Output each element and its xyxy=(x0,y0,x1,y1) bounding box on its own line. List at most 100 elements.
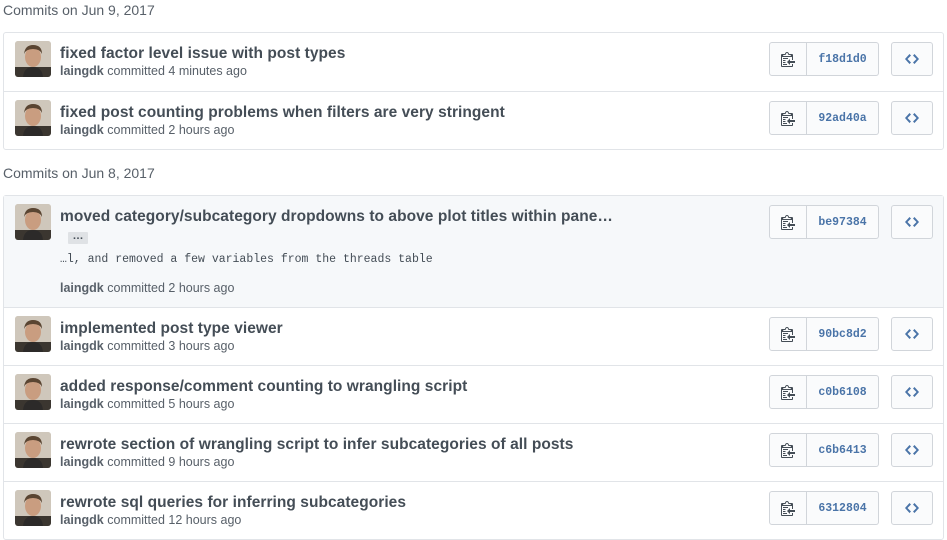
copy-sha-button[interactable] xyxy=(769,42,807,76)
committed-label: committed xyxy=(107,397,165,411)
commit-meta: laingdk committed 4 minutes ago xyxy=(60,63,247,79)
commit-title-link[interactable]: rewrote section of wrangling script to i… xyxy=(60,436,573,453)
commit-title-container: fixed factor level issue with post types xyxy=(60,42,600,65)
avatar[interactable] xyxy=(15,204,51,240)
copy-sha-button[interactable] xyxy=(769,205,807,239)
commit-sha-button[interactable]: 6312804 xyxy=(807,491,879,525)
commit-title-link[interactable]: fixed post counting problems when filter… xyxy=(60,104,505,121)
commit-author-link[interactable]: laingdk xyxy=(60,455,104,469)
code-icon xyxy=(905,214,919,230)
commit-author-link[interactable]: laingdk xyxy=(60,64,104,78)
avatar-image xyxy=(15,490,51,526)
commit-author-link[interactable]: laingdk xyxy=(60,513,104,527)
avatar-image xyxy=(15,432,51,468)
commit-sha-button[interactable]: f18d1d0 xyxy=(807,42,879,76)
commit-author-link[interactable]: laingdk xyxy=(60,123,104,137)
clipboard-icon xyxy=(781,51,795,67)
commit-time: 12 hours ago xyxy=(168,513,242,527)
expand-description-button[interactable]: … xyxy=(68,230,88,244)
avatar[interactable] xyxy=(15,490,51,526)
commit-author-link[interactable]: laingdk xyxy=(60,397,104,411)
commit-meta: laingdk committed 2 hours ago xyxy=(60,122,234,138)
commit-title-link[interactable]: moved category/subcategory dropdowns to … xyxy=(60,208,613,225)
commit-sha-group: 90bc8d2 xyxy=(769,317,879,351)
browse-repo-button[interactable] xyxy=(891,375,933,409)
avatar-image xyxy=(15,316,51,352)
avatar-image xyxy=(15,41,51,77)
browse-repo-button[interactable] xyxy=(891,101,933,135)
avatar[interactable] xyxy=(15,374,51,410)
committed-label: committed xyxy=(107,513,165,527)
commit-title-container: rewrote sql queries for inferring subcat… xyxy=(60,491,600,514)
commit-time: 4 minutes ago xyxy=(168,64,247,78)
commit-title-link[interactable]: added response/comment counting to wrang… xyxy=(60,378,467,395)
avatar[interactable] xyxy=(15,316,51,352)
committed-label: committed xyxy=(107,123,165,137)
commit-author-link[interactable]: laingdk xyxy=(60,281,104,295)
copy-sha-button[interactable] xyxy=(769,491,807,525)
avatar-image xyxy=(15,100,51,136)
clipboard-icon xyxy=(781,384,795,400)
commit-meta: laingdk committed 3 hours ago xyxy=(60,338,234,354)
browse-repo-button[interactable] xyxy=(891,433,933,467)
commit-sha-button[interactable]: 92ad40a xyxy=(807,101,879,135)
commit-row: fixed post counting problems when filter… xyxy=(4,91,943,149)
copy-sha-button[interactable] xyxy=(769,317,807,351)
commit-title-container: fixed post counting problems when filter… xyxy=(60,101,600,124)
commit-sha-button[interactable]: be97384 xyxy=(807,205,879,239)
commit-title-container: rewrote section of wrangling script to i… xyxy=(60,433,600,456)
commit-row: moved category/subcategory dropdowns to … xyxy=(4,196,943,307)
commit-sha-group: c0b6108 xyxy=(769,375,879,409)
avatar[interactable] xyxy=(15,432,51,468)
code-icon xyxy=(905,326,919,342)
code-icon xyxy=(905,500,919,516)
committed-label: committed xyxy=(107,455,165,469)
commit-title-link[interactable]: implemented post type viewer xyxy=(60,320,283,337)
browse-repo-button[interactable] xyxy=(891,317,933,351)
commit-title-link[interactable]: rewrote sql queries for inferring subcat… xyxy=(60,494,406,511)
code-icon xyxy=(905,110,919,126)
commit-title-container: moved category/subcategory dropdowns to … xyxy=(60,205,620,251)
commit-meta: laingdk committed 12 hours ago xyxy=(60,512,241,528)
commit-sha-button[interactable]: c0b6108 xyxy=(807,375,879,409)
commit-time: 2 hours ago xyxy=(168,281,235,295)
commit-list: fixed factor level issue with post types… xyxy=(3,32,944,150)
commit-list: moved category/subcategory dropdowns to … xyxy=(3,195,944,540)
avatar[interactable] xyxy=(15,41,51,77)
committed-label: committed xyxy=(107,281,165,295)
clipboard-icon xyxy=(781,500,795,516)
avatar[interactable] xyxy=(15,100,51,136)
commit-author-link[interactable]: laingdk xyxy=(60,339,104,353)
commit-time: 3 hours ago xyxy=(168,339,235,353)
avatar-image xyxy=(15,204,51,240)
copy-sha-button[interactable] xyxy=(769,433,807,467)
commit-sha-group: 6312804 xyxy=(769,491,879,525)
commit-row: rewrote section of wrangling script to i… xyxy=(4,423,943,481)
clipboard-icon xyxy=(781,110,795,126)
commit-sha-button[interactable]: 90bc8d2 xyxy=(807,317,879,351)
browse-repo-button[interactable] xyxy=(891,42,933,76)
commit-meta: laingdk committed 5 hours ago xyxy=(60,396,234,412)
commit-sha-group: c6b6413 xyxy=(769,433,879,467)
commit-row: implemented post type viewer laingdk com… xyxy=(4,307,943,365)
commit-row: fixed factor level issue with post types… xyxy=(4,33,943,91)
commit-title-link[interactable]: fixed factor level issue with post types xyxy=(60,45,345,62)
clipboard-icon xyxy=(781,214,795,230)
browse-repo-button[interactable] xyxy=(891,205,933,239)
commit-title-container: added response/comment counting to wrang… xyxy=(60,375,600,398)
commit-sha-button[interactable]: c6b6413 xyxy=(807,433,879,467)
commit-group-header: Commits on Jun 9, 2017 xyxy=(3,2,155,18)
commit-meta: laingdk committed 2 hours ago xyxy=(60,280,234,296)
commit-row: added response/comment counting to wrang… xyxy=(4,365,943,423)
commit-time: 5 hours ago xyxy=(168,397,235,411)
copy-sha-button[interactable] xyxy=(769,101,807,135)
copy-sha-button[interactable] xyxy=(769,375,807,409)
browse-repo-button[interactable] xyxy=(891,491,933,525)
commit-time: 9 hours ago xyxy=(168,455,235,469)
commit-sha-group: be97384 xyxy=(769,205,879,239)
committed-label: committed xyxy=(107,64,165,78)
committed-label: committed xyxy=(107,339,165,353)
commit-group-header: Commits on Jun 8, 2017 xyxy=(3,165,155,181)
commit-sha-group: 92ad40a xyxy=(769,101,879,135)
commit-row: rewrote sql queries for inferring subcat… xyxy=(4,481,943,539)
